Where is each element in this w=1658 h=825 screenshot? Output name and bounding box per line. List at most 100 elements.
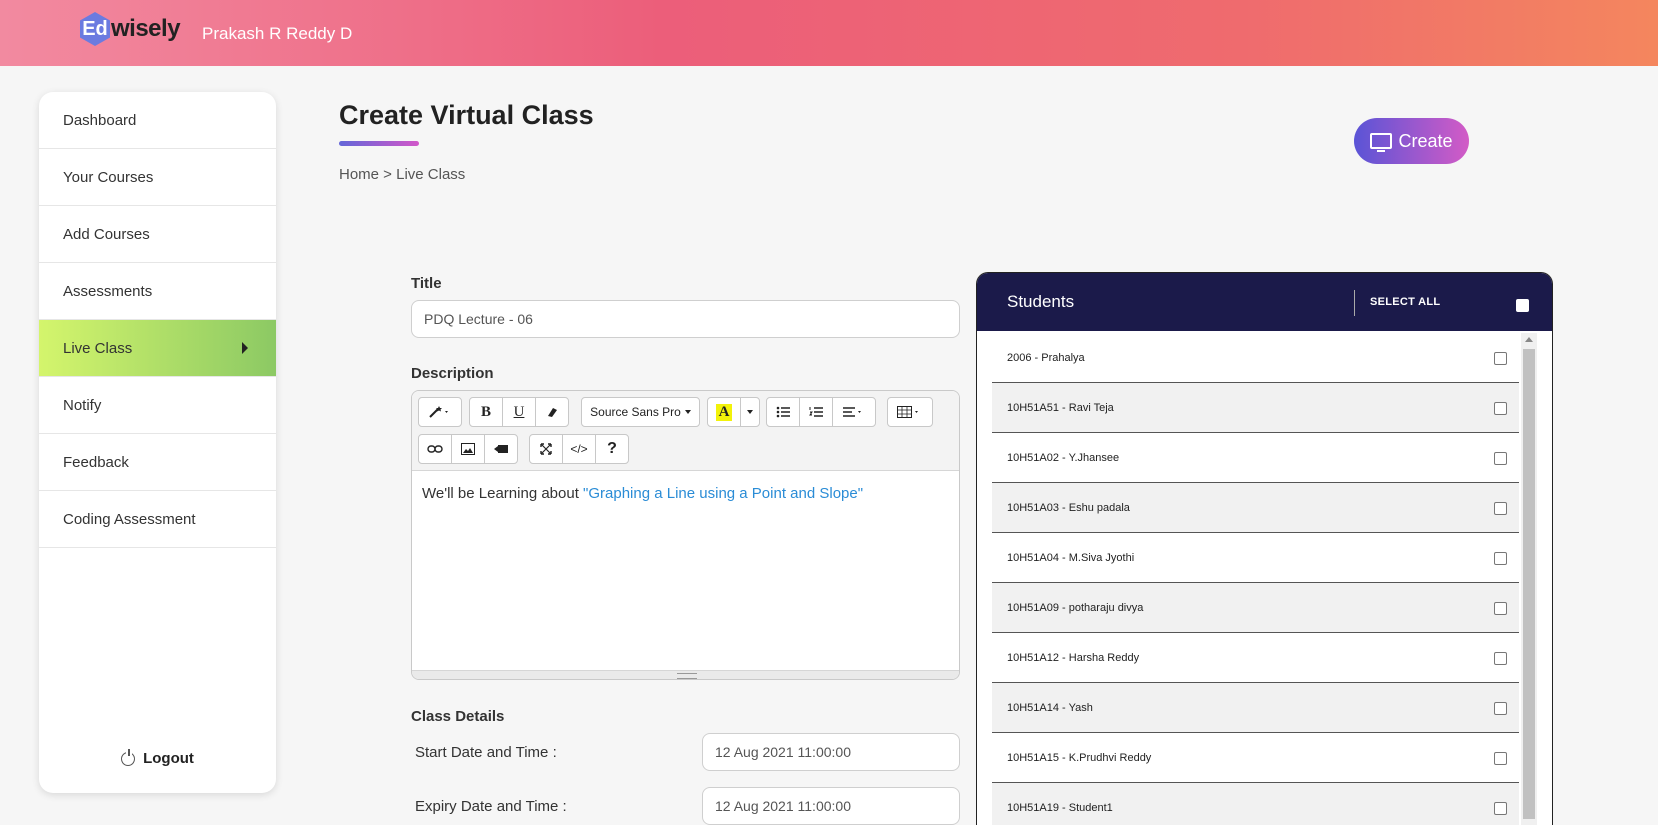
student-checkbox[interactable] (1494, 402, 1507, 415)
bullet-list-icon[interactable] (766, 397, 800, 427)
student-checkbox[interactable] (1494, 602, 1507, 615)
sidebar-item-dashboard[interactable]: Dashboard (39, 92, 276, 149)
student-checkbox[interactable] (1494, 702, 1507, 715)
select-all-label: SELECT ALL (1370, 296, 1441, 308)
students-scrollbar[interactable] (1521, 333, 1537, 825)
user-name: Prakash R Reddy D (202, 24, 353, 43)
class-details-label: Class Details (411, 708, 505, 725)
top-header: Ed wisely Prakash R Reddy D (0, 0, 1658, 66)
breadcrumb[interactable]: Home > Live Class (339, 166, 465, 183)
link-icon[interactable] (418, 434, 452, 464)
start-date-label: Start Date and Time : (415, 744, 557, 761)
editor-resize-handle[interactable] (412, 670, 959, 679)
description-text: We'll be Learning about (422, 485, 584, 502)
table-icon[interactable] (887, 397, 933, 427)
sidebar-item-live-class[interactable]: Live Class (39, 320, 276, 377)
magic-style-icon[interactable] (418, 397, 462, 427)
student-checkbox[interactable] (1494, 652, 1507, 665)
student-name: 10H51A15 - K.Prudhvi Reddy (1007, 751, 1152, 764)
description-editor[interactable]: B U Source Sans Pro A </> ? We'll be Lea… (411, 390, 960, 680)
list-item: 10H51A02 - Y.Jhansee (992, 433, 1519, 483)
student-checkbox[interactable] (1494, 552, 1507, 565)
title-underline (339, 141, 419, 146)
code-view-icon[interactable]: </> (562, 434, 596, 464)
list-item: 2006 - Prahalya (992, 333, 1519, 383)
logout-button[interactable]: Logout (39, 748, 276, 767)
color-dropdown-icon[interactable] (740, 397, 760, 427)
help-icon[interactable]: ? (595, 434, 629, 464)
student-name: 10H51A09 - potharaju divya (1007, 601, 1144, 614)
student-name: 10H51A03 - Eshu padala (1007, 501, 1130, 514)
student-name: 10H51A14 - Yash (1007, 701, 1093, 714)
logo-wordmark: wisely (111, 15, 181, 42)
sidebar-item-add-courses[interactable]: Add Courses (39, 206, 276, 263)
sidebar-item-label: Assessments (63, 282, 153, 300)
power-icon (121, 748, 136, 766)
list-item: 10H51A15 - K.Prudhvi Reddy (992, 733, 1519, 783)
editor-content[interactable]: We'll be Learning about "Graphing a Line… (412, 471, 959, 516)
student-checkbox[interactable] (1494, 752, 1507, 765)
scroll-thumb[interactable] (1523, 349, 1535, 819)
sidebar-item-coding-assessment[interactable]: Coding Assessment (39, 491, 276, 548)
monitor-icon (1370, 133, 1393, 152)
student-checkbox[interactable] (1494, 452, 1507, 465)
image-icon[interactable] (451, 434, 485, 464)
students-panel: Students SELECT ALL 2006 - Prahalya 10H5… (976, 272, 1553, 825)
font-family-value: Source Sans Pro (590, 405, 681, 419)
expiry-date-input[interactable]: 12 Aug 2021 11:00:00 (702, 787, 960, 825)
start-date-input[interactable]: 12 Aug 2021 11:00:00 (702, 733, 960, 771)
create-button-label: Create (1398, 130, 1453, 151)
fullscreen-icon[interactable] (529, 434, 563, 464)
eraser-icon[interactable] (535, 397, 569, 427)
highlight-color-icon[interactable]: A (707, 397, 741, 427)
student-checkbox[interactable] (1494, 502, 1507, 515)
sidebar-item-your-courses[interactable]: Your Courses (39, 149, 276, 206)
underline-icon[interactable]: U (502, 397, 536, 427)
sidebar-item-label: Add Courses (63, 225, 150, 243)
align-icon[interactable] (832, 397, 876, 427)
scroll-up-icon[interactable] (1525, 337, 1533, 342)
expiry-date-label: Expiry Date and Time : (415, 798, 567, 815)
student-name: 10H51A02 - Y.Jhansee (1007, 451, 1120, 464)
student-name: 10H51A51 - Ravi Teja (1007, 401, 1114, 414)
create-button[interactable]: Create (1354, 118, 1469, 164)
bold-icon[interactable]: B (469, 397, 503, 427)
logo-mark: Ed (80, 12, 110, 46)
numbered-list-icon[interactable] (799, 397, 833, 427)
sidebar-item-feedback[interactable]: Feedback (39, 434, 276, 491)
list-item: 10H51A14 - Yash (992, 683, 1519, 733)
student-checkbox[interactable] (1494, 352, 1507, 365)
list-item: 10H51A04 - M.Siva Jyothi (992, 533, 1519, 583)
sidebar-item-label: Your Courses (63, 168, 154, 186)
list-item: 10H51A09 - potharaju divya (992, 583, 1519, 633)
list-item: 10H51A12 - Harsha Reddy (992, 633, 1519, 683)
description-link[interactable]: "Graphing a Line using a Point and Slope… (583, 485, 863, 502)
description-label: Description (411, 365, 494, 382)
select-all-checkbox[interactable] (1516, 299, 1529, 312)
sidebar-item-notify[interactable]: Notify (39, 377, 276, 434)
sidebar-item-label: Coding Assessment (63, 510, 196, 528)
page-title: Create Virtual Class (339, 100, 594, 130)
students-header: Students SELECT ALL (977, 273, 1552, 331)
chevron-down-icon (684, 410, 691, 414)
logout-label: Logout (143, 750, 194, 767)
student-checkbox[interactable] (1494, 802, 1507, 815)
sidebar-item-label: Feedback (63, 453, 129, 471)
list-item: 10H51A19 - Student1 (992, 783, 1519, 825)
sidebar-item-label: Live Class (63, 339, 133, 357)
list-item: 10H51A51 - Ravi Teja (992, 383, 1519, 433)
sidebar-item-assessments[interactable]: Assessments (39, 263, 276, 320)
sidebar-item-label: Notify (63, 396, 102, 414)
student-name: 10H51A12 - Harsha Reddy (1007, 651, 1140, 664)
student-name: 2006 - Prahalya (1007, 351, 1085, 364)
students-list: 2006 - Prahalya 10H51A51 - Ravi Teja 10H… (992, 333, 1519, 825)
caret-right-icon (242, 342, 248, 354)
title-label: Title (411, 275, 442, 292)
edwisely-logo[interactable]: Ed wisely (80, 12, 181, 46)
video-icon[interactable] (484, 434, 518, 464)
title-input[interactable]: PDQ Lecture - 06 (411, 300, 960, 338)
students-title: Students (1007, 292, 1075, 311)
font-family-select[interactable]: Source Sans Pro (581, 397, 700, 427)
sidebar: Dashboard Your Courses Add Courses Asses… (39, 92, 276, 793)
header-divider (1354, 290, 1355, 316)
